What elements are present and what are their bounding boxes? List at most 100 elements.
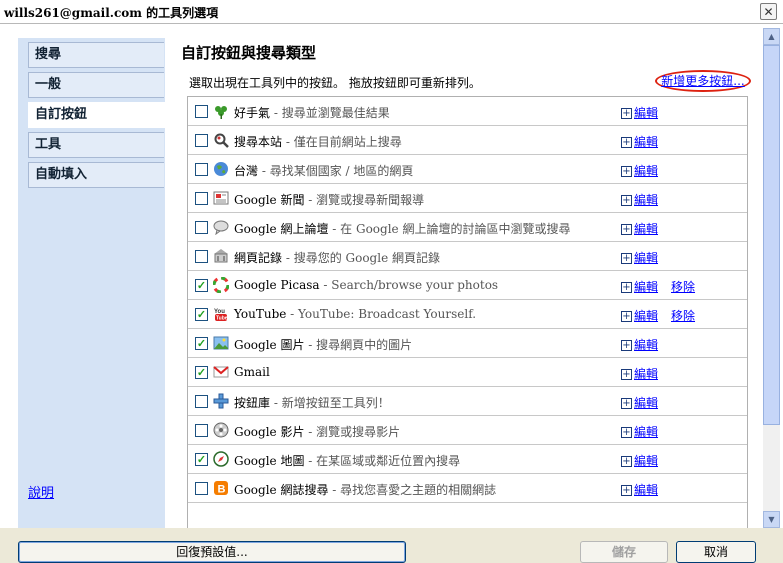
list-item[interactable]: 台灣 - 尋找某個國家 / 地區的網頁 + 編輯 — [188, 155, 747, 184]
description-separator: - — [328, 483, 341, 497]
button-checkbox[interactable]: ✓ — [195, 366, 208, 379]
cancel-button[interactable]: 取消 — [676, 541, 756, 563]
button-checkbox[interactable] — [195, 482, 208, 495]
expand-plus-icon[interactable]: + — [621, 427, 632, 438]
edit-link[interactable]: 編輯 — [634, 483, 658, 497]
button-label: 按鈕庫 - 新增按鈕至工具列！ — [234, 394, 390, 411]
list-item[interactable]: Google 網上論壇 - 在 Google 網上論壇的討論區中瀏覽或搜尋 + 編輯 — [188, 213, 747, 242]
edit-link[interactable]: 編輯 — [634, 164, 658, 178]
button-label: Google 網誌搜尋 - 尋找您喜愛之主題的相關網誌 — [234, 481, 496, 498]
scroll-up-button[interactable]: ▲ — [763, 28, 780, 45]
edit-link[interactable]: 編輯 — [634, 251, 658, 265]
edit-link[interactable]: 編輯 — [634, 396, 658, 410]
edit-link[interactable]: 編輯 — [634, 193, 658, 207]
expand-plus-icon[interactable]: + — [621, 340, 632, 351]
add-more-label[interactable]: 新增更多按鈕... — [661, 74, 744, 88]
list-item[interactable]: ✓ Google 地圖 - 在某區域或鄰近位置內搜尋 + 編輯 — [188, 445, 747, 474]
edit-link[interactable]: 編輯 — [634, 106, 658, 120]
edit-link[interactable]: 編輯 — [634, 338, 658, 352]
expand-plus-icon[interactable]: + — [621, 166, 632, 177]
scroll-down-button[interactable]: ▼ — [763, 511, 780, 528]
edit-link[interactable]: 編輯 — [634, 135, 658, 149]
sidebar-item-search[interactable]: 搜尋 — [28, 42, 164, 68]
footer-bar: 回復預設值... 儲存 取消 — [0, 528, 783, 563]
edit-link[interactable]: 編輯 — [634, 367, 658, 381]
button-checkbox[interactable] — [195, 221, 208, 234]
scrollbar-thumb[interactable] — [763, 45, 780, 425]
sidebar-item-custom-buttons[interactable]: 自訂按鈕 — [28, 102, 166, 128]
edit-link[interactable]: 編輯 — [634, 454, 658, 468]
edit-button[interactable]: + 編輯 — [621, 278, 658, 295]
add-more-buttons-link[interactable]: 新增更多按鈕... — [655, 70, 751, 92]
expand-plus-icon[interactable]: + — [621, 282, 632, 293]
button-checkbox[interactable] — [195, 395, 208, 408]
description-separator: - — [258, 164, 270, 178]
list-item[interactable]: 按鈕庫 - 新增按鈕至工具列！ + 編輯 — [188, 387, 747, 416]
expand-plus-icon[interactable]: + — [621, 224, 632, 235]
expand-plus-icon[interactable]: + — [621, 369, 632, 380]
sidebar-item-general[interactable]: 一般 — [28, 72, 164, 98]
list-item[interactable]: 好手氣 - 搜尋並瀏覽最佳結果 + 編輯 — [188, 97, 747, 126]
edit-button[interactable]: + 編輯 — [621, 336, 658, 353]
edit-button[interactable]: + 編輯 — [621, 365, 658, 382]
page-title: 自訂按鈕與搜尋類型 — [181, 44, 317, 62]
remove-link[interactable]: 移除 — [671, 307, 695, 324]
edit-link[interactable]: 編輯 — [634, 222, 658, 236]
edit-button[interactable]: + 編輯 — [621, 220, 658, 237]
list-item[interactable]: Google 影片 - 瀏覽或搜尋影片 + 編輯 — [188, 416, 747, 445]
button-checkbox[interactable] — [195, 134, 208, 147]
button-checkbox[interactable] — [195, 424, 208, 437]
edit-button[interactable]: + 編輯 — [621, 162, 658, 179]
edit-button[interactable]: + 編輯 — [621, 104, 658, 121]
edit-button[interactable]: + 編輯 — [621, 452, 658, 469]
expand-plus-icon[interactable]: + — [621, 108, 632, 119]
button-checkbox[interactable]: ✓ — [195, 453, 208, 466]
expand-plus-icon[interactable]: + — [621, 311, 632, 322]
description-separator: - — [319, 278, 332, 292]
sidebar-item-autofill[interactable]: 自動填入 — [28, 162, 164, 188]
edit-button[interactable]: + 編輯 — [621, 394, 658, 411]
list-item[interactable]: Google 新聞 - 瀏覽或搜尋新聞報導 + 編輯 — [188, 184, 747, 213]
expand-plus-icon[interactable]: + — [621, 398, 632, 409]
list-item[interactable]: B Google 網誌搜尋 - 尋找您喜愛之主題的相關網誌 + 編輯 — [188, 474, 747, 503]
list-item[interactable]: 搜尋本站 - 僅在目前網站上搜尋 + 編輯 — [188, 126, 747, 155]
list-item[interactable]: ✓ Gmail + 編輯 — [188, 358, 747, 387]
button-checkbox[interactable] — [195, 250, 208, 263]
list-item[interactable]: ✓ You Tube YouTube - YouTube: Broadcast You… — [188, 300, 747, 329]
button-checkbox[interactable]: ✓ — [195, 308, 208, 321]
expand-plus-icon[interactable]: + — [621, 485, 632, 496]
button-checkbox[interactable] — [195, 105, 208, 118]
expand-plus-icon[interactable]: + — [621, 137, 632, 148]
description-separator: - — [304, 193, 317, 207]
description-separator: - — [304, 454, 317, 468]
edit-button[interactable]: + 編輯 — [621, 307, 658, 324]
help-link[interactable]: 說明 — [28, 482, 54, 501]
close-button[interactable]: ✕ — [760, 3, 777, 20]
expand-plus-icon[interactable]: + — [621, 195, 632, 206]
expand-plus-icon[interactable]: + — [621, 456, 632, 467]
edit-button[interactable]: + 編輯 — [621, 423, 658, 440]
edit-button[interactable]: + 編輯 — [621, 133, 658, 150]
list-item[interactable]: ✓ Google Picasa - Search/browse your phot… — [188, 271, 747, 300]
list-item[interactable]: ✓ Google 圖片 - 搜尋網頁中的圖片 + 編輯 — [188, 329, 747, 358]
restore-defaults-button[interactable]: 回復預設值... — [18, 541, 406, 563]
button-checkbox[interactable]: ✓ — [195, 279, 208, 292]
edit-link[interactable]: 編輯 — [634, 425, 658, 439]
button-label: Google 影片 - 瀏覽或搜尋影片 — [234, 423, 400, 440]
edit-button[interactable]: + 編輯 — [621, 249, 658, 266]
button-checkbox[interactable] — [195, 163, 208, 176]
remove-link[interactable]: 移除 — [671, 278, 695, 295]
vertical-scrollbar[interactable]: ▲ ▼ — [763, 28, 780, 528]
expand-plus-icon[interactable]: + — [621, 253, 632, 264]
edit-button[interactable]: + 編輯 — [621, 191, 658, 208]
button-label: Gmail — [234, 365, 270, 379]
button-name: 好手氣 — [234, 106, 271, 120]
edit-link[interactable]: 編輯 — [634, 280, 658, 294]
button-checkbox[interactable] — [195, 192, 208, 205]
sidebar-item-tools[interactable]: 工具 — [28, 132, 164, 158]
save-button[interactable]: 儲存 — [580, 541, 668, 563]
edit-button[interactable]: + 編輯 — [621, 481, 658, 498]
edit-link[interactable]: 編輯 — [634, 309, 658, 323]
list-item[interactable]: 網頁記錄 - 搜尋您的 Google 網頁記錄 + 編輯 — [188, 242, 747, 271]
button-checkbox[interactable]: ✓ — [195, 337, 208, 350]
